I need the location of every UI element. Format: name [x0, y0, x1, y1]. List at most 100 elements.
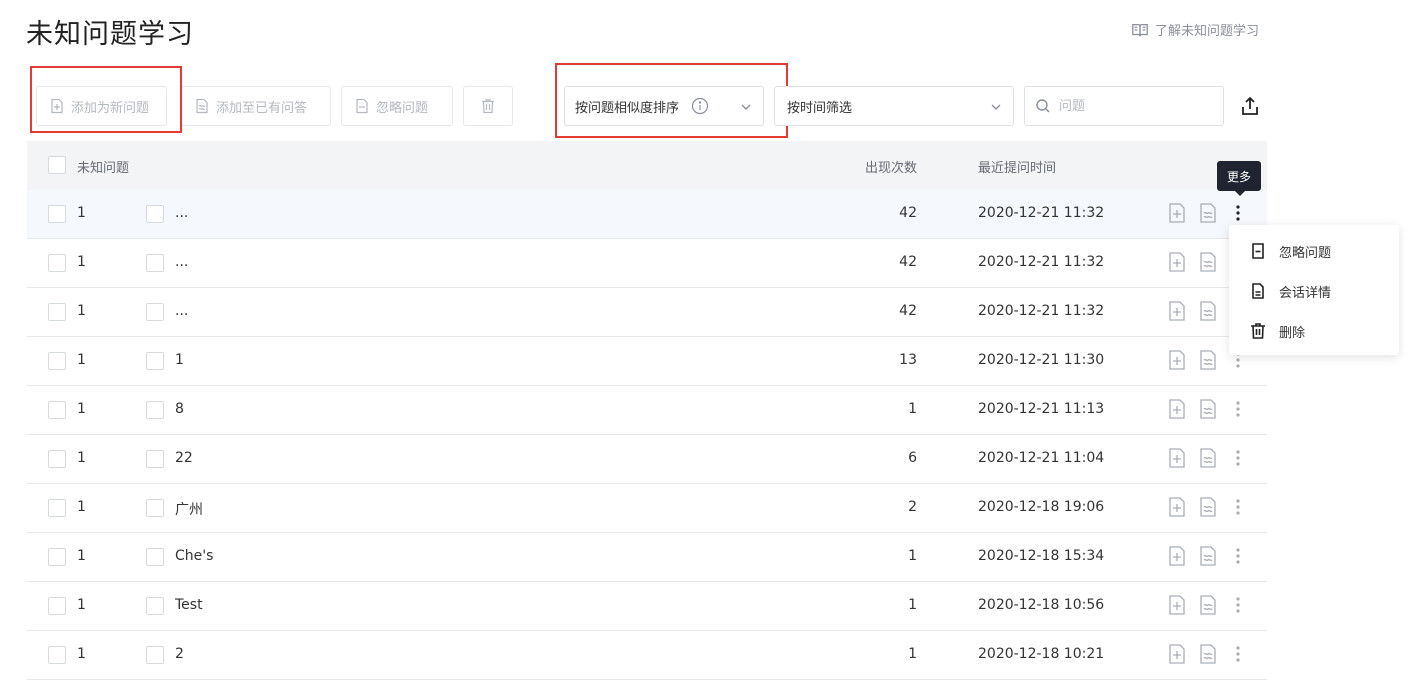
more-vertical-icon[interactable] [1229, 496, 1247, 518]
search-box[interactable] [1024, 86, 1224, 126]
plus-file-icon[interactable] [1167, 643, 1187, 665]
table-row[interactable]: 1 22 6 2020-12-21 11:04 [27, 435, 1267, 484]
last-asked-time: 2020-12-21 11:30 [978, 352, 1105, 368]
approx-file-icon[interactable] [1198, 251, 1218, 273]
row-index: 1 [77, 597, 86, 613]
document-lines-icon [1252, 283, 1264, 299]
row-actions [1167, 545, 1247, 567]
more-vertical-icon[interactable] [1229, 594, 1247, 616]
header-count: 出现次数 [864, 161, 917, 176]
question-checkbox[interactable] [146, 401, 164, 419]
row-index: 1 [77, 450, 86, 466]
approx-file-icon[interactable] [1198, 496, 1218, 518]
question-checkbox[interactable] [146, 254, 164, 272]
plus-file-icon[interactable] [1167, 349, 1187, 371]
more-vertical-icon[interactable] [1229, 643, 1247, 665]
export-icon[interactable] [1239, 95, 1261, 117]
search-input[interactable] [1059, 98, 1209, 114]
approx-file-icon[interactable] [1198, 594, 1218, 616]
add-as-new-question-button[interactable]: 添加为新问题 [36, 86, 167, 126]
last-asked-time: 2020-12-21 11:13 [978, 401, 1105, 417]
add-to-existing-qa-button[interactable]: 添加至已有问答 [181, 86, 331, 126]
delete-button[interactable] [463, 86, 513, 126]
question-checkbox[interactable] [146, 548, 164, 566]
approx-file-icon[interactable] [1198, 300, 1218, 322]
menu-item-ignore[interactable]: 忽略问题 [1229, 231, 1399, 271]
book-icon [1132, 23, 1148, 36]
more-vertical-icon[interactable] [1229, 545, 1247, 567]
question-checkbox[interactable] [146, 499, 164, 517]
approx-file-icon[interactable] [1198, 447, 1218, 469]
learn-more-link[interactable]: 了解未知问题学习 [1131, 20, 1259, 39]
plus-file-icon[interactable] [1167, 594, 1187, 616]
row-index: 1 [77, 646, 86, 662]
table-row[interactable]: 1... 42 2020-12-21 11:32 [27, 239, 1267, 288]
row-checkbox[interactable] [48, 401, 66, 419]
more-vertical-icon[interactable] [1229, 202, 1247, 224]
menu-item-session-details[interactable]: 会话详情 [1229, 271, 1399, 311]
row-checkbox[interactable] [48, 303, 66, 321]
approx-file-icon[interactable] [1198, 643, 1218, 665]
row-checkbox[interactable] [48, 597, 66, 615]
select-all-checkbox[interactable] [48, 156, 66, 174]
occurrence-count: 6 [908, 450, 917, 466]
row-checkbox[interactable] [48, 352, 66, 370]
menu-item-delete[interactable]: 删除 [1229, 311, 1399, 351]
approx-file-icon [196, 98, 208, 114]
more-vertical-icon[interactable] [1229, 447, 1247, 469]
row-checkbox[interactable] [48, 499, 66, 517]
plus-file-icon[interactable] [1167, 447, 1187, 469]
row-checkbox[interactable] [48, 254, 66, 272]
table-row[interactable]: 1 Test 1 2020-12-18 10:56 [27, 582, 1267, 631]
table-row[interactable]: 1 8 1 2020-12-21 11:13 [27, 386, 1267, 435]
time-filter-value: 按时间筛选 [787, 100, 853, 116]
question-text: Che's [175, 548, 214, 564]
last-asked-time: 2020-12-18 10:21 [978, 646, 1105, 662]
question-checkbox[interactable] [146, 646, 164, 664]
table-row[interactable]: 1... 42 2020-12-21 11:32 [27, 190, 1267, 239]
question-checkbox[interactable] [146, 205, 164, 223]
question-text: 2 [175, 646, 184, 662]
occurrence-count: 1 [908, 401, 917, 417]
chevron-down-icon [741, 104, 751, 110]
table-row[interactable]: 1 2 1 2020-12-18 10:21 [27, 631, 1267, 680]
minus-file-icon [1252, 243, 1264, 259]
approx-file-icon[interactable] [1198, 202, 1218, 224]
unknown-questions-table: 未知问题 出现次数 最近提问时间 1... 42 2020-12-21 11:32 1… [27, 141, 1267, 680]
plus-file-icon[interactable] [1167, 496, 1187, 518]
search-icon [1036, 99, 1050, 113]
table-row[interactable]: 1... 42 2020-12-21 11:32 [27, 288, 1267, 337]
row-checkbox[interactable] [48, 548, 66, 566]
question-checkbox[interactable] [146, 303, 164, 321]
row-checkbox[interactable] [48, 205, 66, 223]
row-checkbox[interactable] [48, 646, 66, 664]
plus-file-icon[interactable] [1167, 251, 1187, 273]
plus-file-icon[interactable] [1167, 398, 1187, 420]
sort-select[interactable]: 按问题相似度排序 [564, 86, 764, 126]
approx-file-icon[interactable] [1198, 545, 1218, 567]
row-index: 1 [77, 401, 86, 417]
plus-file-icon[interactable] [1167, 545, 1187, 567]
approx-file-icon[interactable] [1198, 349, 1218, 371]
plus-file-icon[interactable] [1167, 202, 1187, 224]
info-icon[interactable] [691, 97, 709, 115]
more-vertical-icon[interactable] [1229, 398, 1247, 420]
row-checkbox[interactable] [48, 450, 66, 468]
question-checkbox[interactable] [146, 352, 164, 370]
occurrence-count: 42 [899, 205, 917, 221]
chevron-down-icon [991, 104, 1001, 110]
more-tooltip: 更多 [1217, 161, 1261, 196]
table-row[interactable]: 1 1 13 2020-12-21 11:30 [27, 337, 1267, 386]
question-checkbox[interactable] [146, 597, 164, 615]
trash-icon [1251, 323, 1265, 339]
sort-select-value: 按问题相似度排序 [575, 100, 680, 116]
ignore-question-button[interactable]: 忽略问题 [341, 86, 453, 126]
question-checkbox[interactable] [146, 450, 164, 468]
plus-file-icon[interactable] [1167, 300, 1187, 322]
table-row[interactable]: 1 广州 2 2020-12-18 19:06 [27, 484, 1267, 533]
table-row[interactable]: 1 Che's 1 2020-12-18 15:34 [27, 533, 1267, 582]
row-actions [1167, 398, 1247, 420]
time-filter-select[interactable]: 按时间筛选 [774, 86, 1014, 126]
approx-file-icon[interactable] [1198, 398, 1218, 420]
question-text: 8 [175, 401, 184, 417]
